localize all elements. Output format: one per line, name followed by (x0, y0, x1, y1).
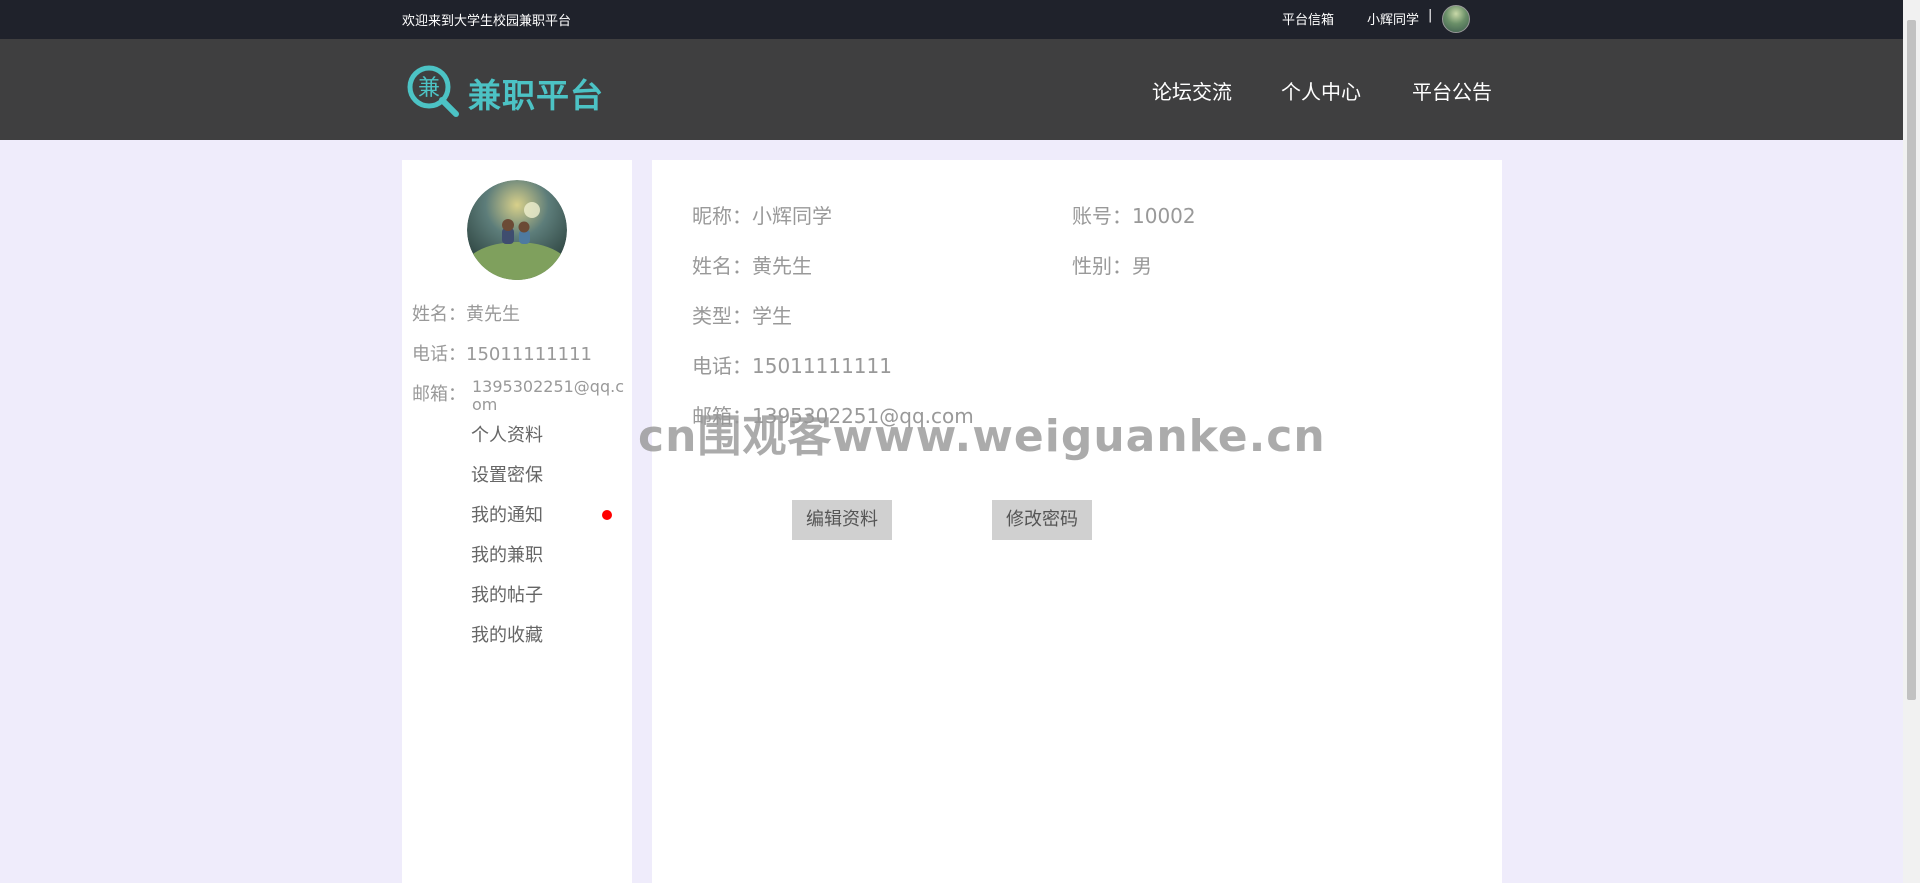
username-link[interactable]: 小辉同学 (1367, 9, 1419, 28)
sidebar-email-label: 邮箱： (412, 384, 466, 405)
field-nickname: 昵称：小辉同学 (692, 200, 832, 229)
nav-forum[interactable]: 论坛交流 (1152, 76, 1232, 105)
menu-security-question[interactable]: 设置密保 (471, 461, 543, 487)
phone-label: 电话： (692, 354, 752, 378)
mailbox-link[interactable]: 平台信箱 (1282, 9, 1334, 28)
menu-profile[interactable]: 个人资料 (471, 421, 543, 447)
account-label: 账号： (1072, 204, 1132, 228)
watermark: cn围观客www.weiguanke.cn (638, 411, 1326, 462)
field-account: 账号：10002 (1072, 200, 1196, 229)
logo-char: 兼 (418, 76, 440, 101)
change-password-button[interactable]: 修改密码 (992, 500, 1092, 540)
nickname-value: 小辉同学 (752, 204, 832, 228)
menu-notifications[interactable]: 我的通知 (471, 501, 543, 527)
field-type: 类型：学生 (692, 300, 792, 329)
field-phone: 电话：15011111111 (692, 350, 892, 379)
notification-dot (602, 510, 612, 520)
name-value: 黄先生 (752, 254, 812, 278)
type-value: 学生 (752, 304, 792, 328)
sidebar-name: 姓名：黄先生 (412, 300, 520, 326)
page-scrollbar[interactable] (1903, 0, 1920, 883)
sidebar-email-value: 1395302251@qq.com (472, 377, 624, 414)
top-bar: 欢迎来到大学生校园兼职平台 平台信箱 小辉同学 | (0, 0, 1920, 39)
sidebar-name-value: 黄先生 (466, 304, 520, 325)
field-gender: 性别：男 (1072, 250, 1152, 279)
scrollbar-thumb[interactable] (1907, 20, 1916, 700)
sidebar-name-label: 姓名： (412, 304, 466, 325)
gender-label: 性别： (1072, 254, 1132, 278)
sidebar: 姓名：黄先生 电话：15011111111 邮箱： 1395302251@qq.… (402, 160, 632, 883)
menu-my-jobs[interactable]: 我的兼职 (471, 541, 543, 567)
avatar (467, 180, 567, 280)
user-avatar-small[interactable] (1442, 5, 1470, 33)
sidebar-phone-value: 15011111111 (466, 344, 592, 365)
logo-text[interactable]: 兼职平台 (468, 69, 604, 117)
account-value: 10002 (1132, 204, 1196, 228)
menu-favorites[interactable]: 我的收藏 (471, 621, 543, 647)
sidebar-phone-label: 电话： (412, 344, 466, 365)
sidebar-phone: 电话：15011111111 (412, 340, 592, 366)
nav-personal-center[interactable]: 个人中心 (1281, 76, 1361, 105)
welcome-text: 欢迎来到大学生校园兼职平台 (402, 14, 572, 29)
field-name: 姓名：黄先生 (692, 250, 812, 279)
nickname-label: 昵称： (692, 204, 752, 228)
gender-value: 男 (1132, 254, 1152, 278)
profile-panel: 昵称：小辉同学 账号：10002 姓名：黄先生 性别：男 类型：学生 电话：15… (652, 160, 1502, 883)
sidebar-email: 邮箱： 1395302251@qq.com (412, 378, 624, 414)
menu-my-posts[interactable]: 我的帖子 (471, 581, 543, 607)
name-label: 姓名： (692, 254, 752, 278)
logo-icon[interactable]: 兼 (406, 64, 460, 118)
nav-announcements[interactable]: 平台公告 (1412, 76, 1492, 105)
separator: | (1428, 8, 1433, 23)
type-label: 类型： (692, 304, 752, 328)
phone-value: 15011111111 (752, 354, 892, 378)
site-header: 兼 兼职平台 论坛交流 个人中心 平台公告 (0, 39, 1920, 140)
edit-profile-button[interactable]: 编辑资料 (792, 500, 892, 540)
